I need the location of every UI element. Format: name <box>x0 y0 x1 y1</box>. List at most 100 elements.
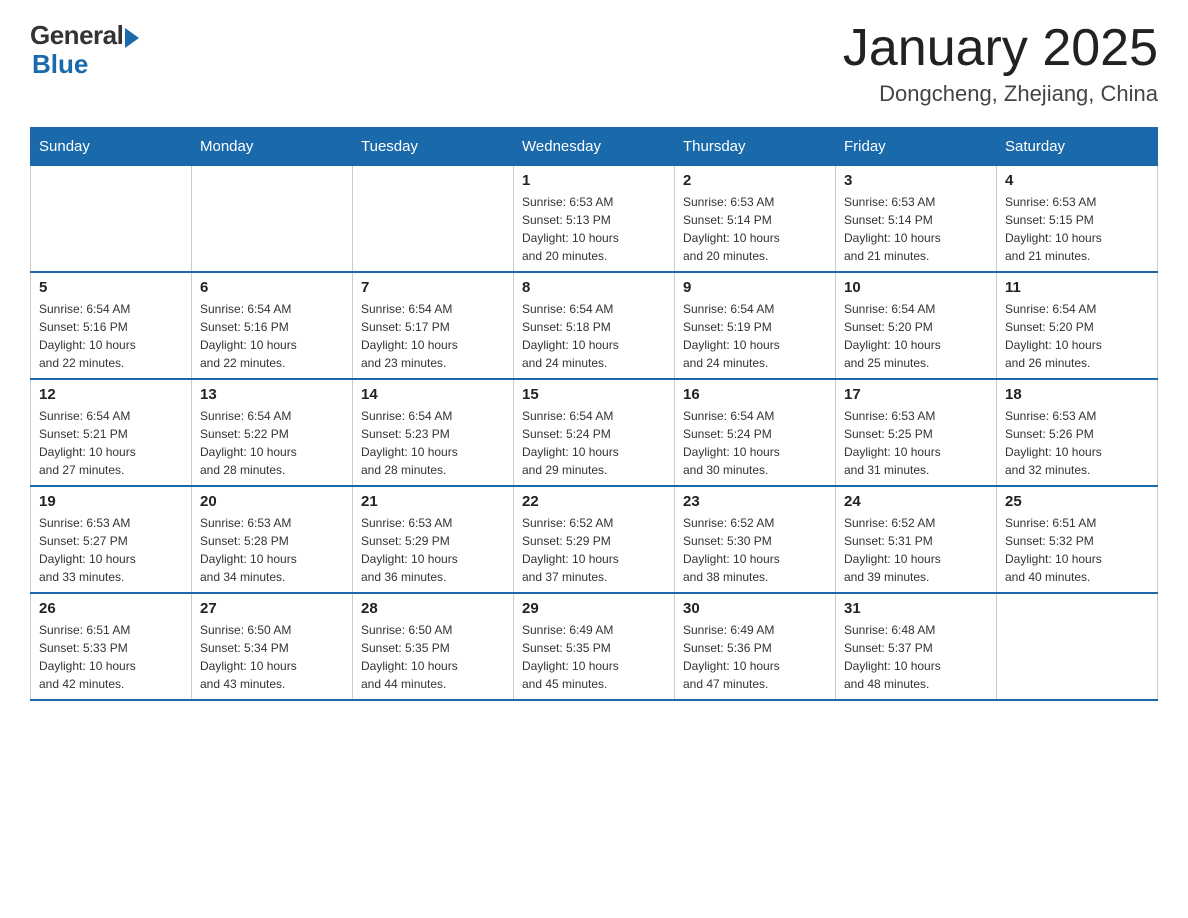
day-number: 29 <box>522 600 666 617</box>
day-number: 8 <box>522 279 666 296</box>
day-info: Sunrise: 6:54 AM Sunset: 5:24 PM Dayligh… <box>522 407 666 479</box>
calendar-cell <box>997 593 1158 700</box>
day-number: 31 <box>844 600 988 617</box>
day-info: Sunrise: 6:53 AM Sunset: 5:14 PM Dayligh… <box>683 193 827 265</box>
day-number: 12 <box>39 386 183 403</box>
day-info: Sunrise: 6:53 AM Sunset: 5:15 PM Dayligh… <box>1005 193 1149 265</box>
calendar-cell: 25Sunrise: 6:51 AM Sunset: 5:32 PM Dayli… <box>997 486 1158 593</box>
calendar-cell: 13 Sunrise: 6:54 AM Sunset: 5:22 PM Dayli… <box>192 379 353 486</box>
calendar-week-row: 5 Sunrise: 6:54 AM Sunset: 5:16 PM Daylig… <box>31 272 1158 379</box>
location-subtitle: Dongcheng, Zhejiang, China <box>843 81 1158 107</box>
calendar-week-row: 26 Sunrise: 6:51 AM Sunset: 5:33 PM Dayli… <box>31 593 1158 700</box>
calendar-cell: 8 Sunrise: 6:54 AM Sunset: 5:18 PM Daylig… <box>514 272 675 379</box>
calendar-week-row: 12 Sunrise: 6:54 AM Sunset: 5:21 PM Dayli… <box>31 379 1158 486</box>
calendar-cell: 9 Sunrise: 6:54 AM Sunset: 5:19 PM Daylig… <box>675 272 836 379</box>
day-number: 25 <box>1005 493 1149 510</box>
day-info: Sunrise: 6:54 AM Sunset: 5:24 PM Dayligh… <box>683 407 827 479</box>
calendar-header-row: SundayMondayTuesdayWednesdayThursdayFrid… <box>31 128 1158 166</box>
calendar-cell: 29 Sunrise: 6:49 AM Sunset: 5:35 PM Dayli… <box>514 593 675 700</box>
day-of-week-header: Wednesday <box>514 128 675 166</box>
day-number: 13 <box>200 386 344 403</box>
day-info: Sunrise: 6:48 AM Sunset: 5:37 PM Dayligh… <box>844 621 988 693</box>
calendar-cell: 21 Sunrise: 6:53 AM Sunset: 5:29 PM Dayli… <box>353 486 514 593</box>
day-info: Sunrise: 6:49 AM Sunset: 5:36 PM Dayligh… <box>683 621 827 693</box>
day-info: Sunrise: 6:52 AM Sunset: 5:30 PM Dayligh… <box>683 514 827 586</box>
day-info: Sunrise: 6:54 AM Sunset: 5:21 PM Dayligh… <box>39 407 183 479</box>
calendar-cell: 22Sunrise: 6:52 AM Sunset: 5:29 PM Dayli… <box>514 486 675 593</box>
title-block: January 2025 Dongcheng, Zhejiang, China <box>843 20 1158 107</box>
day-number: 20 <box>200 493 344 510</box>
day-info: Sunrise: 6:53 AM Sunset: 5:13 PM Dayligh… <box>522 193 666 265</box>
day-number: 6 <box>200 279 344 296</box>
day-number: 19 <box>39 493 183 510</box>
calendar-cell: 11 Sunrise: 6:54 AM Sunset: 5:20 PM Dayli… <box>997 272 1158 379</box>
day-number: 2 <box>683 172 827 189</box>
day-info: Sunrise: 6:54 AM Sunset: 5:22 PM Dayligh… <box>200 407 344 479</box>
day-number: 4 <box>1005 172 1149 189</box>
day-info: Sunrise: 6:54 AM Sunset: 5:16 PM Dayligh… <box>39 300 183 372</box>
calendar-cell <box>192 166 353 273</box>
calendar-cell: 3Sunrise: 6:53 AM Sunset: 5:14 PM Daylig… <box>836 166 997 273</box>
day-number: 18 <box>1005 386 1149 403</box>
logo: General Blue <box>30 20 139 80</box>
month-title: January 2025 <box>843 20 1158 77</box>
day-info: Sunrise: 6:54 AM Sunset: 5:19 PM Dayligh… <box>683 300 827 372</box>
day-number: 9 <box>683 279 827 296</box>
calendar-cell: 15 Sunrise: 6:54 AM Sunset: 5:24 PM Dayli… <box>514 379 675 486</box>
day-number: 11 <box>1005 279 1149 296</box>
calendar-cell: 4 Sunrise: 6:53 AM Sunset: 5:15 PM Daylig… <box>997 166 1158 273</box>
calendar-cell: 18 Sunrise: 6:53 AM Sunset: 5:26 PM Dayli… <box>997 379 1158 486</box>
calendar-cell: 26 Sunrise: 6:51 AM Sunset: 5:33 PM Dayli… <box>31 593 192 700</box>
calendar-cell: 30Sunrise: 6:49 AM Sunset: 5:36 PM Dayli… <box>675 593 836 700</box>
day-info: Sunrise: 6:54 AM Sunset: 5:18 PM Dayligh… <box>522 300 666 372</box>
day-info: Sunrise: 6:50 AM Sunset: 5:35 PM Dayligh… <box>361 621 505 693</box>
calendar-week-row: 1 Sunrise: 6:53 AM Sunset: 5:13 PM Daylig… <box>31 166 1158 273</box>
logo-general-text: General <box>30 20 123 51</box>
day-info: Sunrise: 6:49 AM Sunset: 5:35 PM Dayligh… <box>522 621 666 693</box>
day-number: 5 <box>39 279 183 296</box>
calendar-cell: 6 Sunrise: 6:54 AM Sunset: 5:16 PM Daylig… <box>192 272 353 379</box>
calendar-week-row: 19Sunrise: 6:53 AM Sunset: 5:27 PM Dayli… <box>31 486 1158 593</box>
day-info: Sunrise: 6:54 AM Sunset: 5:23 PM Dayligh… <box>361 407 505 479</box>
day-info: Sunrise: 6:53 AM Sunset: 5:26 PM Dayligh… <box>1005 407 1149 479</box>
day-number: 24 <box>844 493 988 510</box>
day-of-week-header: Thursday <box>675 128 836 166</box>
day-info: Sunrise: 6:53 AM Sunset: 5:28 PM Dayligh… <box>200 514 344 586</box>
calendar-cell: 12 Sunrise: 6:54 AM Sunset: 5:21 PM Dayli… <box>31 379 192 486</box>
day-of-week-header: Friday <box>836 128 997 166</box>
day-info: Sunrise: 6:52 AM Sunset: 5:31 PM Dayligh… <box>844 514 988 586</box>
logo-blue-text: Blue <box>30 49 88 80</box>
calendar-cell: 2 Sunrise: 6:53 AM Sunset: 5:14 PM Daylig… <box>675 166 836 273</box>
calendar-cell: 28 Sunrise: 6:50 AM Sunset: 5:35 PM Dayli… <box>353 593 514 700</box>
day-number: 21 <box>361 493 505 510</box>
day-info: Sunrise: 6:54 AM Sunset: 5:20 PM Dayligh… <box>844 300 988 372</box>
day-number: 28 <box>361 600 505 617</box>
day-info: Sunrise: 6:54 AM Sunset: 5:17 PM Dayligh… <box>361 300 505 372</box>
day-info: Sunrise: 6:53 AM Sunset: 5:29 PM Dayligh… <box>361 514 505 586</box>
calendar-cell: 7 Sunrise: 6:54 AM Sunset: 5:17 PM Daylig… <box>353 272 514 379</box>
day-number: 3 <box>844 172 988 189</box>
day-number: 27 <box>200 600 344 617</box>
calendar-cell: 17Sunrise: 6:53 AM Sunset: 5:25 PM Dayli… <box>836 379 997 486</box>
page-header: General Blue January 2025 Dongcheng, Zhe… <box>30 20 1158 107</box>
calendar-cell: 1 Sunrise: 6:53 AM Sunset: 5:13 PM Daylig… <box>514 166 675 273</box>
day-number: 14 <box>361 386 505 403</box>
calendar-cell <box>31 166 192 273</box>
day-info: Sunrise: 6:54 AM Sunset: 5:20 PM Dayligh… <box>1005 300 1149 372</box>
calendar-cell: 5 Sunrise: 6:54 AM Sunset: 5:16 PM Daylig… <box>31 272 192 379</box>
day-number: 15 <box>522 386 666 403</box>
day-number: 7 <box>361 279 505 296</box>
day-number: 1 <box>522 172 666 189</box>
day-number: 23 <box>683 493 827 510</box>
day-info: Sunrise: 6:54 AM Sunset: 5:16 PM Dayligh… <box>200 300 344 372</box>
calendar-cell: 31 Sunrise: 6:48 AM Sunset: 5:37 PM Dayli… <box>836 593 997 700</box>
day-of-week-header: Saturday <box>997 128 1158 166</box>
day-info: Sunrise: 6:53 AM Sunset: 5:25 PM Dayligh… <box>844 407 988 479</box>
calendar-cell: 14 Sunrise: 6:54 AM Sunset: 5:23 PM Dayli… <box>353 379 514 486</box>
day-number: 26 <box>39 600 183 617</box>
day-of-week-header: Sunday <box>31 128 192 166</box>
calendar-cell: 16Sunrise: 6:54 AM Sunset: 5:24 PM Dayli… <box>675 379 836 486</box>
day-info: Sunrise: 6:51 AM Sunset: 5:33 PM Dayligh… <box>39 621 183 693</box>
calendar-cell: 10Sunrise: 6:54 AM Sunset: 5:20 PM Dayli… <box>836 272 997 379</box>
day-number: 22 <box>522 493 666 510</box>
